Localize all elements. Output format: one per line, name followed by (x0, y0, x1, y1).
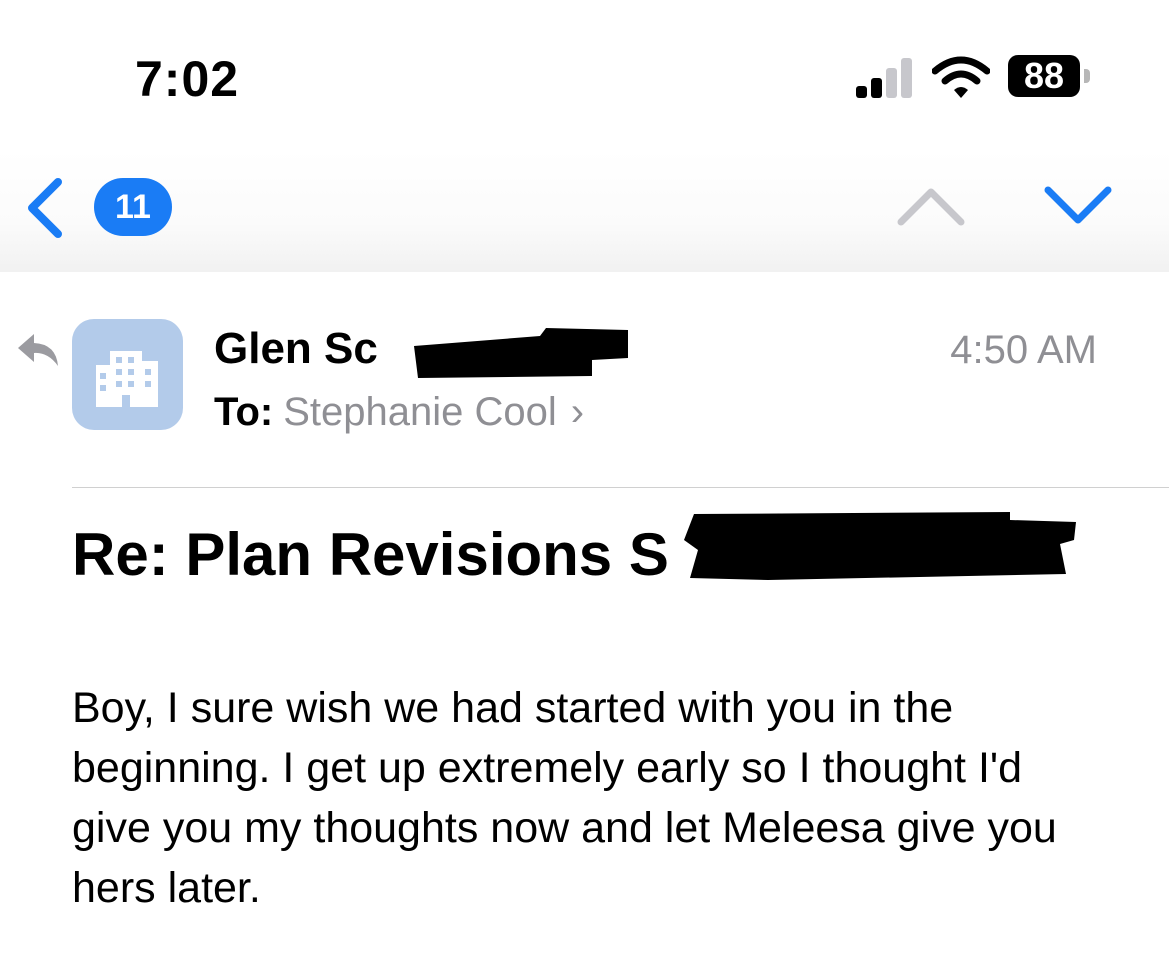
status-bar: 7:02 88 (0, 0, 1169, 150)
redaction-mark (684, 512, 1076, 580)
message-time: 4:50 AM (950, 328, 1097, 372)
status-time: 7:02 (135, 51, 240, 107)
sender-avatar[interactable] (72, 319, 183, 430)
cellular-signal-icon (856, 58, 912, 98)
header-divider (72, 487, 1169, 488)
message-header: Glen Sc To: Stephanie Cool › 4:50 AM (0, 272, 1169, 488)
chevron-down-icon[interactable] (1042, 182, 1114, 230)
chevron-right-icon[interactable]: › (571, 390, 584, 434)
battery-tip (1084, 69, 1090, 83)
recipient-label: To: (214, 390, 274, 434)
wifi-icon (932, 56, 990, 98)
message-body: Boy, I sure wish we had started with you… (72, 684, 1057, 912)
battery-level: 88 (1008, 55, 1080, 97)
battery-icon: 88 (1008, 55, 1094, 99)
redaction-mark (414, 328, 628, 378)
reply-arrow-icon (18, 334, 58, 366)
chevron-left-icon[interactable] (20, 176, 70, 240)
message-nav-bar: 11 (0, 150, 1169, 272)
message-subject: Re: Plan Revisions S (72, 521, 669, 588)
building-icon (96, 351, 158, 407)
chevron-up-icon[interactable] (895, 182, 967, 230)
sender-name[interactable]: Glen Sc (214, 324, 378, 374)
recipient-name[interactable]: Stephanie Cool (283, 390, 557, 434)
recipient-row[interactable]: To: Stephanie Cool › (214, 390, 584, 435)
unread-count-badge[interactable]: 11 (94, 178, 172, 236)
